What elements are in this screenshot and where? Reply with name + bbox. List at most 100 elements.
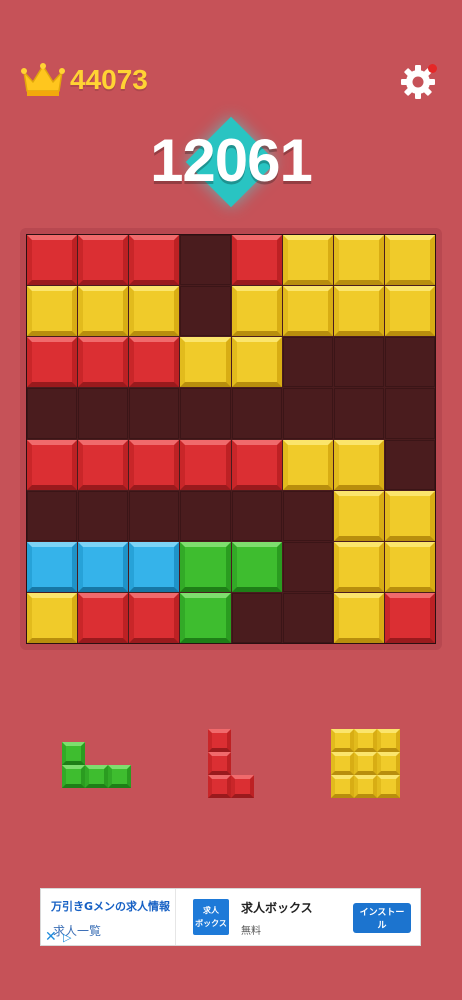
piece-3[interactable] bbox=[331, 729, 400, 798]
board-cell[interactable] bbox=[333, 592, 384, 643]
board-cell[interactable] bbox=[78, 337, 129, 388]
board-cell[interactable] bbox=[78, 388, 129, 439]
board-cell[interactable] bbox=[231, 235, 282, 286]
board-cell[interactable] bbox=[282, 439, 333, 490]
ad-close-icon[interactable]: ✕ bbox=[45, 929, 57, 945]
board-cell[interactable] bbox=[180, 235, 231, 286]
ad-app-title: 求人ボックス bbox=[241, 901, 313, 915]
board-cell[interactable] bbox=[384, 286, 435, 337]
board-cell[interactable] bbox=[27, 388, 78, 439]
board-cell[interactable] bbox=[384, 592, 435, 643]
best-score: 44073 bbox=[20, 60, 148, 100]
piece-1[interactable] bbox=[62, 742, 131, 788]
notification-badge bbox=[428, 64, 437, 73]
board-cell[interactable] bbox=[384, 235, 435, 286]
blue-block bbox=[27, 541, 78, 592]
yellow-piece-block bbox=[331, 729, 354, 752]
board-cell[interactable] bbox=[333, 388, 384, 439]
board-cell[interactable] bbox=[78, 541, 129, 592]
board-cell[interactable] bbox=[384, 541, 435, 592]
board-cell[interactable] bbox=[78, 235, 129, 286]
board-cell[interactable] bbox=[333, 235, 384, 286]
game-board[interactable] bbox=[26, 234, 436, 644]
yellow-block bbox=[282, 286, 333, 337]
board-cell[interactable] bbox=[231, 286, 282, 337]
board-cell[interactable] bbox=[180, 541, 231, 592]
ad-logo-text-1: 求人 bbox=[203, 906, 219, 915]
yellow-piece-block bbox=[354, 752, 377, 775]
board-cell[interactable] bbox=[129, 337, 180, 388]
yellow-block bbox=[27, 286, 78, 337]
board-cell[interactable] bbox=[180, 592, 231, 643]
yellow-block bbox=[384, 490, 435, 541]
ad-install-button[interactable]: インストール bbox=[353, 903, 411, 933]
ad-logo-text-2: ボックス bbox=[195, 919, 227, 928]
board-cell[interactable] bbox=[231, 541, 282, 592]
green-block bbox=[180, 541, 231, 592]
current-score-area: 12061 bbox=[0, 112, 462, 212]
board-cell[interactable] bbox=[282, 490, 333, 541]
board-cell[interactable] bbox=[231, 439, 282, 490]
board-cell[interactable] bbox=[231, 490, 282, 541]
board-cell[interactable] bbox=[27, 541, 78, 592]
board-cell[interactable] bbox=[333, 490, 384, 541]
board-cell[interactable] bbox=[384, 337, 435, 388]
ad-left-link[interactable]: 求人一覧 bbox=[53, 922, 101, 939]
board-cell[interactable] bbox=[180, 490, 231, 541]
yellow-block bbox=[333, 235, 384, 286]
yellow-block bbox=[231, 337, 282, 388]
board-cell[interactable] bbox=[78, 592, 129, 643]
board-cell[interactable] bbox=[129, 490, 180, 541]
board-cell[interactable] bbox=[129, 592, 180, 643]
ad-banner[interactable]: 万引きGメンの求人情報 求人一覧 ✕ ▷ 求人 ボックス 求人ボックス 無料 イ… bbox=[40, 888, 421, 946]
best-score-value: 44073 bbox=[70, 64, 148, 95]
board-cell[interactable] bbox=[282, 388, 333, 439]
piece-2[interactable] bbox=[208, 729, 254, 798]
board-cell[interactable] bbox=[27, 286, 78, 337]
board-cell[interactable] bbox=[129, 439, 180, 490]
ad-choices-icon[interactable]: ▷ bbox=[63, 931, 71, 944]
board-cell[interactable] bbox=[231, 592, 282, 643]
board-cell[interactable] bbox=[180, 388, 231, 439]
yellow-block bbox=[231, 286, 282, 337]
board-cell[interactable] bbox=[27, 235, 78, 286]
board-cell[interactable] bbox=[129, 286, 180, 337]
board-cell[interactable] bbox=[333, 286, 384, 337]
board-cell[interactable] bbox=[333, 439, 384, 490]
yellow-block bbox=[333, 439, 384, 490]
board-cell[interactable] bbox=[282, 337, 333, 388]
board-cell[interactable] bbox=[282, 235, 333, 286]
settings-button[interactable] bbox=[398, 62, 438, 102]
board-cell[interactable] bbox=[27, 439, 78, 490]
board-cell[interactable] bbox=[27, 592, 78, 643]
board-cell[interactable] bbox=[282, 592, 333, 643]
board-cell[interactable] bbox=[384, 439, 435, 490]
board-cell[interactable] bbox=[129, 541, 180, 592]
board-cell[interactable] bbox=[27, 337, 78, 388]
board-cell[interactable] bbox=[384, 490, 435, 541]
board-cell[interactable] bbox=[333, 337, 384, 388]
board-cell[interactable] bbox=[282, 286, 333, 337]
board-cell[interactable] bbox=[180, 286, 231, 337]
board-cell[interactable] bbox=[78, 439, 129, 490]
board-cell[interactable] bbox=[231, 388, 282, 439]
yellow-block bbox=[129, 286, 180, 337]
red-block bbox=[231, 439, 282, 490]
red-block bbox=[78, 337, 129, 388]
ad-left-panel[interactable]: 万引きGメンの求人情報 求人一覧 ✕ ▷ bbox=[41, 889, 176, 945]
board-cell[interactable] bbox=[78, 286, 129, 337]
board-cell[interactable] bbox=[180, 439, 231, 490]
board-cell[interactable] bbox=[129, 388, 180, 439]
board-cell[interactable] bbox=[78, 490, 129, 541]
board-cell[interactable] bbox=[384, 388, 435, 439]
red-block bbox=[129, 337, 180, 388]
board-cell[interactable] bbox=[231, 337, 282, 388]
yellow-block bbox=[27, 592, 78, 643]
board-cell[interactable] bbox=[333, 541, 384, 592]
bottom-nav-area bbox=[0, 970, 462, 1000]
board-cell[interactable] bbox=[180, 337, 231, 388]
board-cell[interactable] bbox=[282, 541, 333, 592]
board-cell[interactable] bbox=[129, 235, 180, 286]
piece-gap bbox=[231, 729, 254, 752]
board-cell[interactable] bbox=[27, 490, 78, 541]
